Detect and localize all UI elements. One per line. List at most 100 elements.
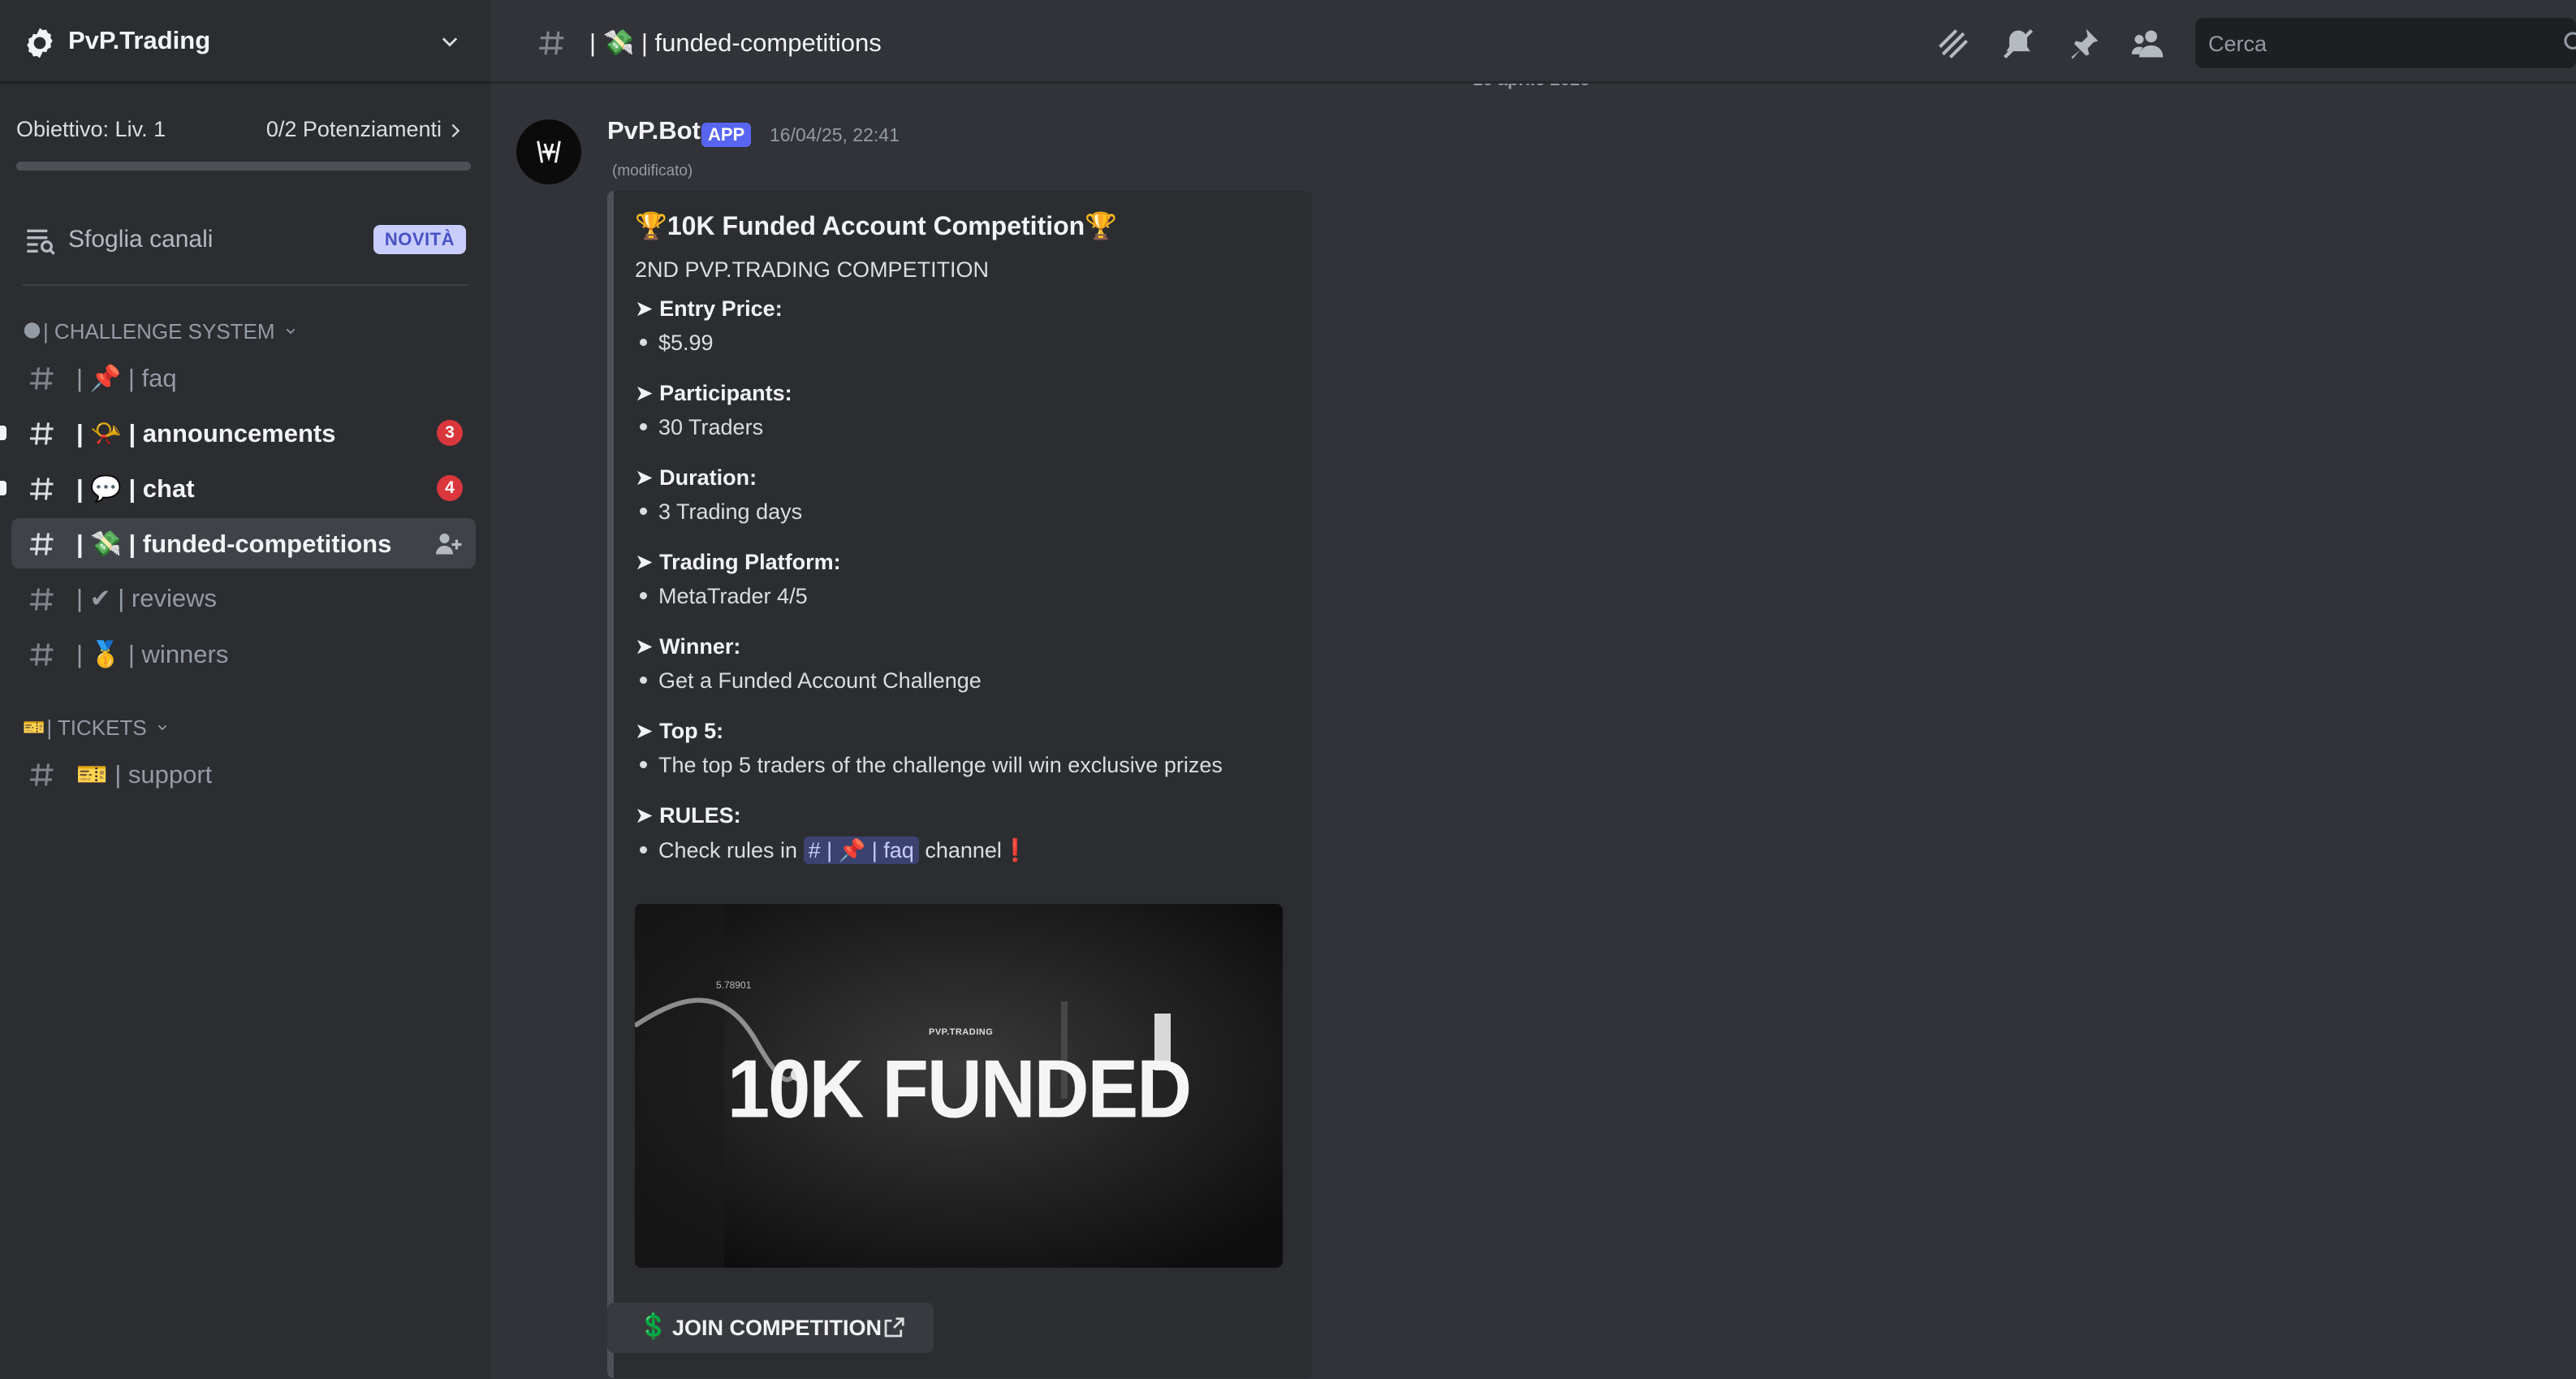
bullet: [640, 592, 647, 600]
join-competition-button[interactable]: 💲 JOIN COMPETITION: [607, 1303, 934, 1353]
channel-name: | ✔ | reviews: [76, 584, 217, 612]
sidebar-channel-chat[interactable]: | 💬 | chat 4: [0, 463, 476, 513]
channel-name: | 📯 | announcements: [76, 419, 336, 447]
embed-field-value: The top 5 traders of the challenge will …: [640, 753, 1223, 778]
category-emoji: 🎫: [23, 717, 45, 737]
chevron-right-icon: [451, 123, 460, 138]
sidebar-channel-reviews[interactable]: | ✔ | reviews: [11, 573, 476, 624]
browse-channels-row[interactable]: Sfoglia canali NOVITÀ: [23, 218, 466, 262]
channel-sidebar: PvP.Trading Obiettivo: Liv. 1 0/2 Potenz…: [0, 0, 490, 1379]
category-emoji: 🌑: [23, 321, 41, 341]
embed-field-value: 30 Traders: [640, 415, 763, 440]
text-channel-icon: [30, 588, 54, 611]
embed-subtitle: 2ND PVP.TRADING COMPETITION: [635, 257, 990, 282]
sidebar-divider: [23, 284, 468, 286]
server-header[interactable]: PvP.Trading: [0, 0, 490, 84]
avatar[interactable]: [516, 119, 581, 184]
category-label: | CHALLENGE SYSTEM: [42, 318, 275, 344]
bot-logo-icon: [537, 140, 561, 163]
field-value-text: Check rules in: [658, 838, 798, 862]
external-link-icon: [884, 1317, 904, 1338]
mention-badge: 4: [437, 475, 463, 501]
field-value-text: MetaTrader 4/5: [658, 584, 808, 608]
search-icon: [2564, 32, 2576, 50]
sidebar-channel-faq[interactable]: | 📌 | faq: [11, 352, 476, 403]
channel-name: | 📌 | faq: [76, 364, 177, 392]
bullet: [640, 508, 647, 516]
text-channel-icon: [30, 533, 54, 555]
embed-field-name: ➤ Trading Platform:: [635, 550, 841, 574]
embed-field-name: ➤ RULES:: [635, 803, 741, 828]
browse-channels-label: Sfoglia canali: [68, 226, 214, 253]
channel-name: | 💸 | funded-competitions: [76, 530, 392, 558]
embed-field-value: Check rules in # | 📌 | faq channel❗: [640, 836, 1029, 864]
notifications-muted-icon[interactable]: [2000, 26, 2036, 62]
threads-icon[interactable]: [1935, 26, 1971, 62]
text-channel-icon: [539, 31, 564, 55]
sidebar-channel-funded-competitions[interactable]: | 💸 | funded-competitions: [11, 518, 476, 568]
sidebar-channel-announcements[interactable]: | 📯 | announcements 3: [0, 408, 476, 458]
category-tickets[interactable]: 🎫 | TICKETS: [23, 713, 170, 742]
chevron-down-icon: [157, 724, 166, 731]
message-timestamp: 16/04/25, 22:41: [770, 124, 900, 145]
bullet: [640, 423, 647, 431]
text-channel-icon: [30, 643, 54, 666]
boost-progress-bar: [16, 162, 471, 171]
category-challenge-system[interactable]: 🌑 | CHALLENGE SYSTEM: [23, 317, 298, 346]
image-brand-label: PVP.TRADING: [929, 1027, 994, 1037]
sidebar-channel-support[interactable]: 🎫 | support: [11, 749, 476, 799]
search-box[interactable]: [2195, 18, 2576, 68]
field-value-text: Get a Funded Account Challenge: [658, 668, 982, 693]
field-value-text: $5.99: [658, 331, 714, 355]
channel-mention-faq[interactable]: # | 📌 | faq: [803, 836, 919, 864]
chevron-down-icon[interactable]: [437, 31, 463, 54]
mention-badge: 3: [437, 420, 463, 446]
embed-field-name: ➤ Participants:: [635, 381, 792, 405]
unread-indicator: [0, 481, 6, 495]
exclamation-emoji: ❗: [1001, 838, 1029, 862]
sidebar-channel-winners[interactable]: | 🥇 | winners: [11, 629, 476, 679]
invite-user-icon[interactable]: [434, 529, 463, 558]
embed-field-name: ➤ Entry Price:: [635, 296, 783, 321]
channel-name: 🎫 | support: [76, 760, 213, 789]
unread-indicator: [0, 426, 6, 440]
bullet: [640, 677, 647, 685]
browse-channels-icon: [27, 229, 55, 255]
channel-name: | 🥇 | winners: [76, 640, 229, 668]
image-headline: 10K FUNDED: [727, 1042, 1192, 1135]
message-list: 16 aprile 2025 PvP.Bot APP 16/04/25, 22:…: [490, 84, 2576, 1379]
category-label: | TICKETS: [46, 715, 147, 740]
pin-icon[interactable]: [2065, 26, 2101, 62]
text-channel-icon: [30, 478, 54, 500]
embed-field-value: Get a Funded Account Challenge: [640, 668, 982, 694]
search-input[interactable]: [2207, 24, 2551, 63]
embed-field-value: $5.99: [640, 331, 714, 356]
chevron-down-icon: [286, 328, 295, 335]
message-embed: 🏆10K Funded Account Competition🏆 2ND PVP…: [607, 191, 1312, 1378]
field-value-text: 3 Trading days: [658, 499, 803, 524]
member-list-icon[interactable]: [2130, 26, 2166, 62]
date-divider: 16 aprile 2025: [1473, 84, 1590, 90]
server-name: PvP.Trading: [68, 26, 211, 54]
new-badge: NOVITÀ: [373, 225, 466, 254]
embed-field-value: 3 Trading days: [640, 499, 802, 525]
edited-label: (modificato): [612, 162, 693, 179]
channel-name: | 💬 | chat: [76, 474, 195, 503]
text-channel-icon: [30, 763, 54, 786]
message-author[interactable]: PvP.Bot: [607, 116, 701, 145]
field-value-text: The top 5 traders of the challenge will …: [658, 753, 1223, 777]
bullet: [640, 761, 647, 769]
bullet: [640, 846, 647, 854]
embed-title: 🏆10K Funded Account Competition🏆: [635, 211, 1118, 240]
embed-image[interactable]: 5.78901 PVP.TRADING 10K FUNDED: [635, 904, 1283, 1268]
boost-goal-row[interactable]: Obiettivo: Liv. 1 0/2 Potenziamenti: [16, 114, 464, 146]
boost-progress-label: 0/2 Potenziamenti: [265, 117, 442, 141]
server-gear-icon: [27, 28, 53, 58]
embed-field-name: ➤ Top 5:: [635, 719, 724, 743]
boost-goal-label: Obiettivo: Liv. 1: [16, 117, 166, 141]
text-channel-icon: [30, 367, 54, 390]
channel-header: | 💸 | funded-competitions: [490, 0, 2576, 84]
field-value-text: channel: [925, 838, 1002, 862]
embed-field-name: ➤ Duration:: [635, 465, 757, 490]
image-price-label: 5.78901: [716, 979, 752, 991]
